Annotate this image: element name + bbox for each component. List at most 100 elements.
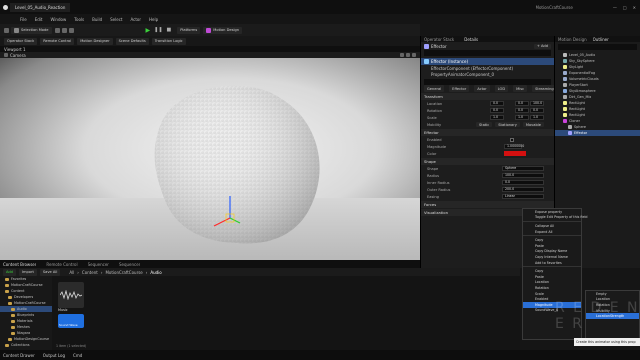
tab-content-browser[interactable]: Content Browser — [3, 262, 36, 267]
tooltip: Create this animator using this prop — [574, 338, 640, 346]
tab-details[interactable]: Details — [464, 37, 478, 42]
maximize-icon[interactable]: □ — [623, 5, 627, 10]
stop-icon[interactable]: ■ — [167, 27, 172, 33]
menu-window[interactable]: Window — [50, 17, 66, 22]
folder-item[interactable]: Collections — [0, 342, 52, 348]
folder-label: MotionDesignCourse — [14, 337, 50, 341]
tab-sequencer-2[interactable]: Sequencer — [119, 262, 140, 267]
breadcrumb-audio[interactable]: Audio — [150, 270, 161, 275]
component-root[interactable]: Effector (Instance) — [421, 58, 554, 65]
shape-row: Shape Sphere — [421, 165, 554, 172]
breadcrumb-all[interactable]: All — [69, 270, 74, 275]
context-menu-item[interactable]: Toggle Edit Property of this field — [523, 215, 587, 221]
add-component-button[interactable]: + Add — [533, 43, 551, 49]
folder-label: Collections — [11, 343, 30, 347]
cmd-input[interactable]: Cmd — [73, 353, 82, 358]
viewport-tab[interactable]: Viewport 1 — [4, 47, 26, 52]
content-drawer-button[interactable]: Content Drawer — [3, 353, 35, 358]
tab-sequencer[interactable]: Sequencer — [88, 262, 109, 267]
section-forces[interactable]: Forces — [421, 201, 554, 208]
remote-control-button[interactable]: Remote Control — [40, 37, 75, 45]
close-icon[interactable]: ✕ — [633, 5, 636, 10]
inner-radius-row: Inner Radius 0.0 — [421, 179, 554, 186]
asset-tile-selected[interactable]: Sound Wave — [58, 314, 88, 328]
tab-motion-design[interactable]: Motion Design — [558, 37, 587, 42]
menu-actor[interactable]: Actor — [130, 17, 141, 22]
folder-label: Materials — [17, 319, 33, 323]
enabled-checkbox[interactable] — [510, 137, 514, 142]
folder-label: Favorites — [11, 277, 27, 281]
menu-divider — [523, 266, 581, 268]
menu-help[interactable]: Help — [149, 17, 158, 22]
save-all-button[interactable]: Save All — [39, 268, 61, 276]
item-count: 1 item (1 selected) — [56, 344, 87, 348]
tab-remote-control[interactable]: Remote Control — [46, 262, 77, 267]
minimize-icon[interactable]: — — [613, 5, 617, 10]
context-menu-item[interactable]: Expand All — [523, 229, 581, 235]
actor-icon — [563, 107, 567, 111]
folder-label: Blueprints — [17, 313, 35, 317]
grid-icon[interactable] — [400, 53, 404, 57]
filter-actor[interactable]: Actor — [474, 85, 490, 92]
search-components-input[interactable] — [424, 50, 551, 56]
import-button[interactable]: Import — [18, 268, 37, 276]
play-icon[interactable]: ▶ — [146, 27, 151, 34]
section-effector[interactable]: Effector — [421, 129, 554, 136]
effector-icon — [424, 43, 429, 49]
actor-icon — [563, 95, 567, 99]
motion-designer-button[interactable]: Motion Designer — [77, 37, 113, 45]
transition-logic-button[interactable]: Transition Logic — [151, 37, 186, 45]
bottom-tabs: Content Browser Remote Control Sequencer… — [0, 260, 420, 268]
component-item[interactable]: PropertyAnimatorComponent_0 — [421, 71, 554, 77]
save-icon[interactable] — [4, 27, 9, 33]
menu-divider — [523, 221, 581, 223]
section-transform[interactable]: Transform — [421, 93, 554, 100]
radius-row: Radius 100.0 — [421, 172, 554, 179]
menu-edit[interactable]: Edit — [35, 17, 43, 22]
cinematics-icon[interactable] — [68, 27, 74, 33]
add-button[interactable]: Add — [3, 268, 16, 276]
rotation-row: Rotation 0.0 0.0 0.0 — [421, 107, 554, 114]
context-menu-item[interactable]: Add to Favorites — [523, 260, 581, 266]
unreal-logo-icon — [3, 4, 8, 10]
filter-streaming[interactable]: Streaming — [532, 85, 557, 92]
tab-outliner[interactable]: Outliner — [593, 37, 609, 42]
selection-mode-button[interactable]: Selection Mode — [11, 26, 52, 34]
hamburger-icon[interactable] — [4, 53, 8, 57]
pause-icon[interactable]: ❚❚ — [154, 27, 162, 33]
outliner-row-label: Level_05_Audio — [569, 53, 596, 57]
snap-icon[interactable] — [406, 53, 410, 57]
outliner-search-input[interactable] — [558, 44, 637, 50]
menu-tools[interactable]: Tools — [74, 17, 84, 22]
folder-tree: Favorites MotionCraftCourse Content Develop… — [0, 276, 52, 350]
level-tab[interactable]: Level_05_Audio_Reaction — [10, 2, 71, 12]
camera-button[interactable]: Camera — [10, 53, 26, 58]
folder-icon — [5, 343, 9, 347]
magnitude-row: Magnitude 1.0000000 — [427, 144, 525, 149]
menu-build[interactable]: Build — [92, 17, 102, 22]
filter-misc[interactable]: Misc — [513, 85, 528, 92]
cloner-sphere-render — [154, 85, 320, 244]
breadcrumb-content[interactable]: Content — [82, 270, 98, 275]
menu-select[interactable]: Select — [110, 17, 122, 22]
filter-lod[interactable]: LOD — [494, 85, 509, 92]
platforms-button[interactable]: Platforms — [177, 26, 201, 34]
menu-file[interactable]: File — [20, 17, 27, 22]
level-viewport[interactable] — [0, 58, 420, 260]
motion-design-button[interactable]: Motion Design — [203, 26, 243, 34]
outliner-row[interactable]: Effector — [555, 130, 640, 136]
filter-effector[interactable]: Effector — [449, 85, 470, 92]
operator-stack-button[interactable]: Operator Stack — [4, 37, 38, 45]
scene-defaults-button[interactable]: Scene Defaults — [115, 37, 149, 45]
add-icon[interactable] — [54, 27, 60, 33]
asset-tile[interactable]: Music — [58, 282, 88, 312]
selected-thumbnail: Sound Wave — [58, 314, 84, 328]
section-shape[interactable]: Shape — [421, 158, 554, 165]
camera-speed-icon[interactable] — [412, 53, 416, 57]
output-log-button[interactable]: Output Log — [43, 353, 65, 358]
filter-general[interactable]: General — [424, 85, 445, 92]
tab-operator-stack[interactable]: Operator Stack — [424, 37, 454, 42]
color-swatch[interactable] — [504, 151, 526, 156]
blueprint-icon[interactable] — [61, 27, 67, 33]
breadcrumb-project[interactable]: MotionCraftCourse — [105, 270, 142, 275]
